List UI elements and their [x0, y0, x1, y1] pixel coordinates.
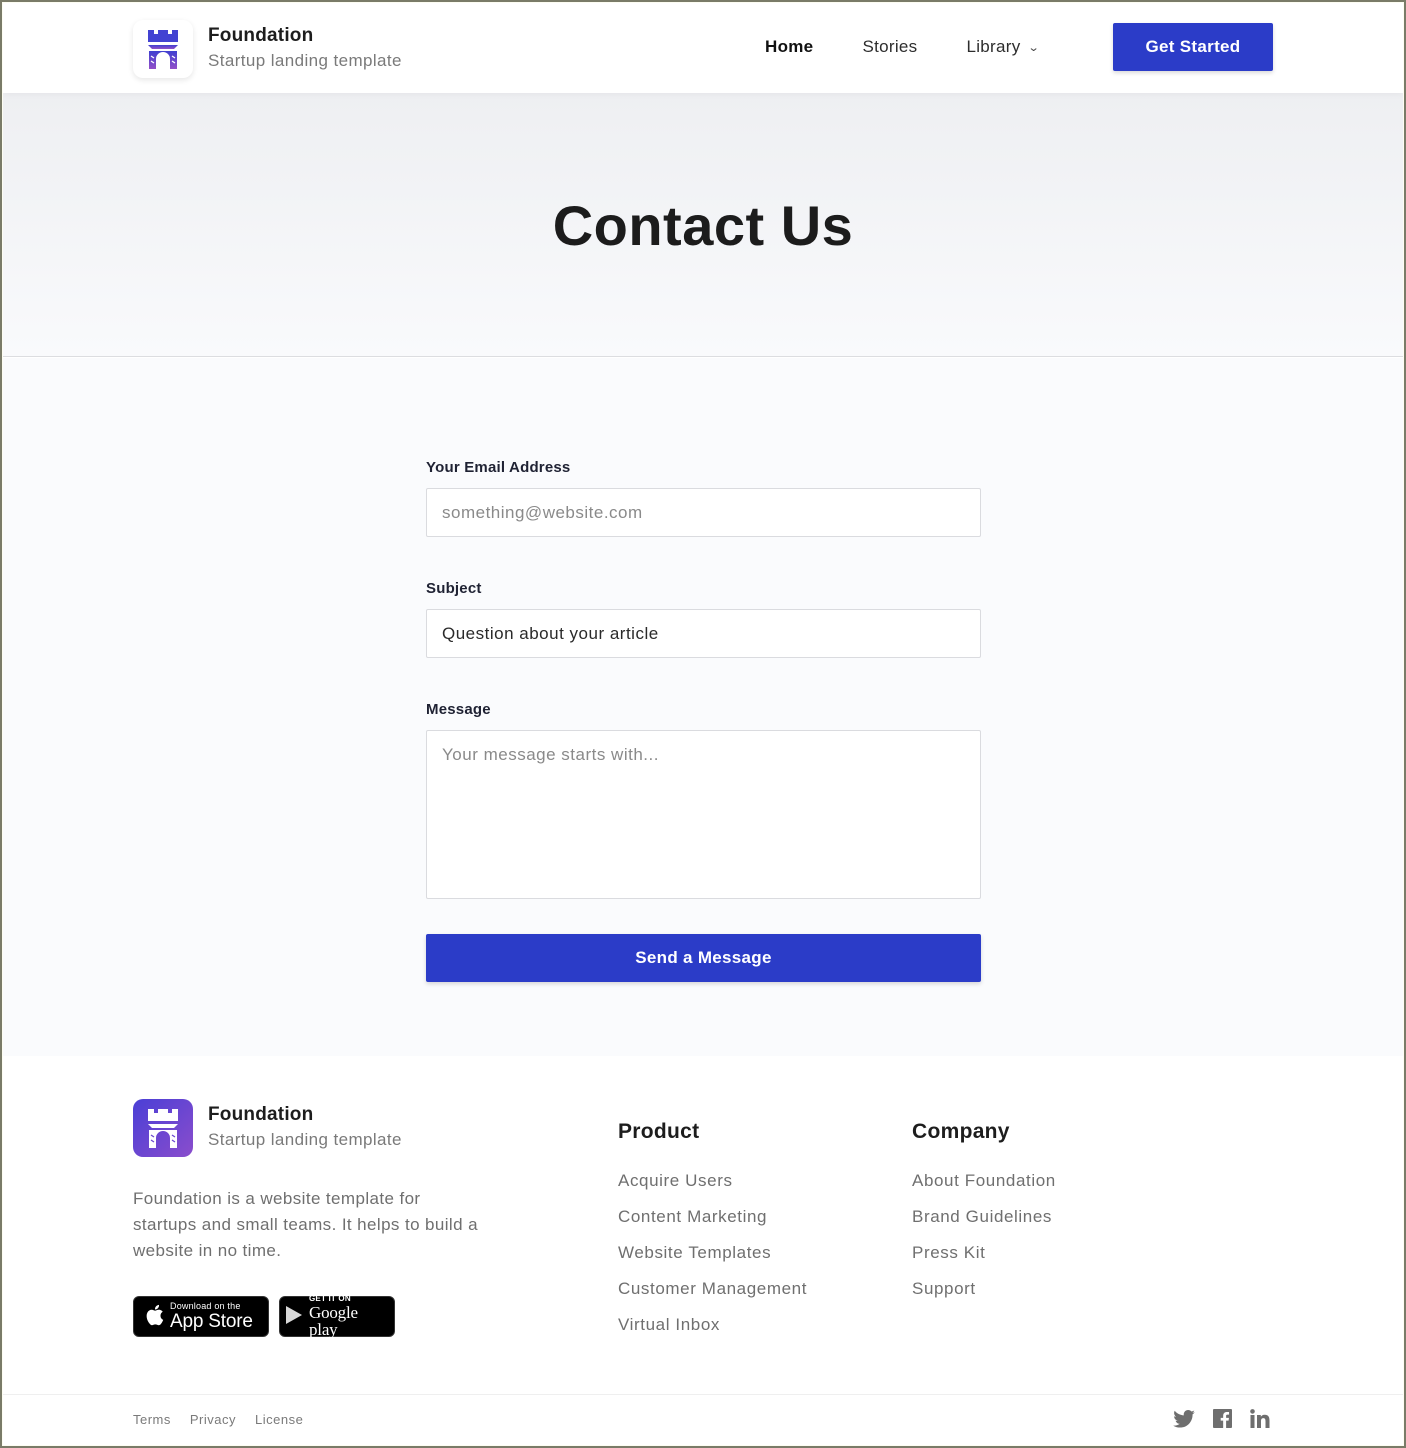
footer-brand-tagline: Startup landing template — [208, 1130, 402, 1149]
footer-link[interactable]: Website Templates — [618, 1235, 807, 1271]
site-header: Foundation Startup landing template Home… — [3, 3, 1403, 93]
app-badges: Download on the App Store GET IT ON Goog… — [133, 1294, 405, 1339]
send-message-button[interactable]: Send a Message — [426, 934, 981, 982]
google-play-badge[interactable]: GET IT ON Google play — [279, 1294, 395, 1339]
footer-link[interactable]: Support — [912, 1271, 1056, 1307]
nav-home[interactable]: Home — [765, 37, 813, 57]
legal-links: Terms Privacy License — [133, 1412, 322, 1427]
sub-footer: Terms Privacy License — [3, 1394, 1403, 1445]
contact-form-section: Your Email Address Subject Message Send … — [3, 358, 1403, 1056]
play-icon — [285, 1305, 303, 1329]
subject-field[interactable] — [426, 609, 981, 658]
nav-library[interactable]: Library ⌄ — [966, 37, 1040, 57]
castle-logo-icon — [133, 20, 193, 78]
brand-tagline: Startup landing template — [208, 51, 402, 70]
email-field[interactable] — [426, 488, 981, 537]
get-started-button[interactable]: Get Started — [1113, 23, 1273, 71]
terms-link[interactable]: Terms — [133, 1412, 171, 1427]
social-links — [1173, 1409, 1288, 1428]
footer-column-title: Company — [912, 1120, 1010, 1143]
subject-label: Subject — [426, 580, 482, 597]
footer-column-company: Company About Foundation Brand Guideline… — [912, 1118, 1056, 1307]
footer-link[interactable]: Acquire Users — [618, 1163, 807, 1199]
app-store-big: App Store — [170, 1311, 253, 1332]
email-label: Your Email Address — [426, 459, 571, 476]
footer-link[interactable]: Virtual Inbox — [618, 1307, 807, 1343]
message-field[interactable] — [426, 730, 981, 899]
app-store-badge[interactable]: Download on the App Store — [133, 1296, 269, 1337]
hero-section: Contact Us — [3, 93, 1403, 357]
footer-brand[interactable]: Foundation Startup landing template — [133, 1099, 402, 1157]
castle-logo-icon — [133, 1099, 193, 1157]
main-nav: Home Stories Library ⌄ — [765, 37, 1087, 57]
google-play-big: Google play — [309, 1303, 358, 1339]
app-store-small: Download on the — [170, 1301, 241, 1311]
footer-column-product: Product Acquire Users Content Marketing … — [618, 1118, 807, 1343]
privacy-link[interactable]: Privacy — [190, 1412, 236, 1427]
footer-link[interactable]: Brand Guidelines — [912, 1199, 1056, 1235]
chevron-down-icon: ⌄ — [1027, 41, 1040, 54]
footer-link[interactable]: Press Kit — [912, 1235, 1056, 1271]
contact-form: Your Email Address Subject Message Send … — [426, 458, 981, 982]
footer-brand-name: Foundation — [208, 1104, 314, 1125]
footer-link[interactable]: Customer Management — [618, 1271, 807, 1307]
page-title: Contact Us — [552, 194, 854, 257]
linkedin-icon[interactable] — [1250, 1409, 1270, 1428]
license-link[interactable]: License — [255, 1412, 303, 1427]
twitter-icon[interactable] — [1173, 1409, 1195, 1428]
apple-icon — [144, 1303, 164, 1331]
google-play-small: GET IT ON — [309, 1294, 351, 1303]
nav-stories[interactable]: Stories — [862, 37, 917, 57]
facebook-icon[interactable] — [1213, 1409, 1232, 1428]
page: Foundation Startup landing template Home… — [3, 3, 1403, 1445]
header-brand[interactable]: Foundation Startup landing template — [133, 20, 402, 78]
window-frame: Foundation Startup landing template Home… — [0, 0, 1406, 1448]
footer-column-title: Product — [618, 1120, 700, 1143]
site-footer: Foundation Startup landing template Foun… — [3, 1056, 1403, 1445]
footer-link[interactable]: About Foundation — [912, 1163, 1056, 1199]
footer-description: Foundation is a website template for sta… — [133, 1189, 478, 1260]
message-label: Message — [426, 701, 491, 718]
brand-name: Foundation — [208, 25, 314, 46]
nav-library-label: Library — [966, 37, 1021, 56]
footer-link[interactable]: Content Marketing — [618, 1199, 807, 1235]
